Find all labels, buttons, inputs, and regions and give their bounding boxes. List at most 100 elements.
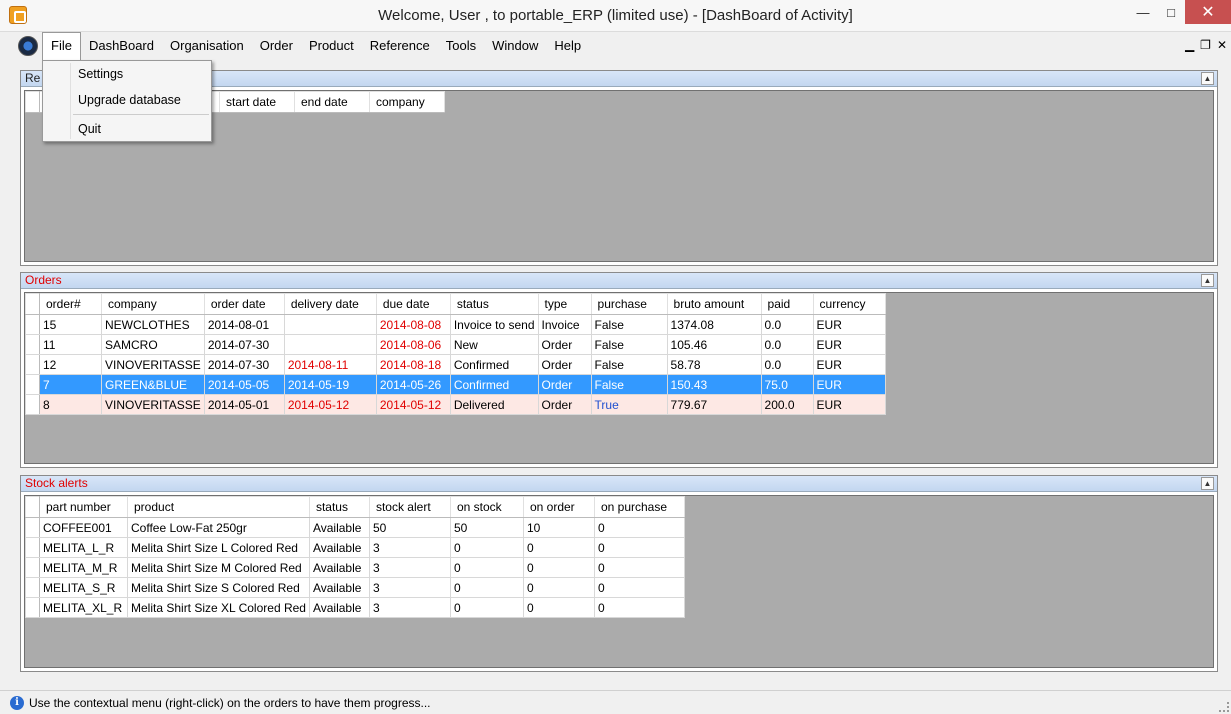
cell-company[interactable]: GREEN&BLUE bbox=[101, 374, 205, 395]
cell-bruto-amount[interactable]: 105.46 bbox=[666, 334, 762, 355]
table-row[interactable]: MELITA_M_R Melita Shirt Size M Colored R… bbox=[25, 557, 685, 578]
column-header-purchase[interactable]: purchase bbox=[590, 293, 668, 315]
cell-delivery-date[interactable] bbox=[283, 334, 377, 355]
collapse-up-icon[interactable]: ▲ bbox=[1201, 477, 1214, 490]
menu-tools[interactable]: Tools bbox=[438, 33, 484, 59]
cell-due-date[interactable]: 2014-05-12 bbox=[375, 394, 451, 415]
table-row[interactable]: 8 VINOVERITASSE 2014-05-01 2014-05-12 20… bbox=[25, 394, 886, 415]
cell-currency[interactable]: EUR bbox=[812, 394, 886, 415]
row-header[interactable] bbox=[25, 354, 40, 375]
column-header-part-number[interactable]: part number bbox=[39, 496, 128, 518]
cell-status[interactable]: New bbox=[449, 334, 539, 355]
cell-paid[interactable]: 0.0 bbox=[760, 334, 814, 355]
close-button[interactable]: ✕ bbox=[1185, 0, 1231, 24]
table-row[interactable]: MELITA_XL_R Melita Shirt Size XL Colored… bbox=[25, 597, 685, 618]
cell-status[interactable]: Available bbox=[308, 557, 370, 578]
menu-reference[interactable]: Reference bbox=[362, 33, 438, 59]
table-row[interactable]: COFFEE001 Coffee Low-Fat 250gr Available… bbox=[25, 517, 685, 538]
menu-item-settings[interactable]: Settings bbox=[43, 61, 211, 87]
cell-company[interactable]: NEWCLOTHES bbox=[101, 314, 205, 335]
cell-bruto-amount[interactable]: 779.67 bbox=[666, 394, 762, 415]
column-header-order-date[interactable]: order date bbox=[203, 293, 285, 315]
cell-on-purchase[interactable]: 0 bbox=[593, 517, 685, 538]
menu-item-upgrade-database[interactable]: Upgrade database bbox=[43, 87, 211, 113]
cell-on-purchase[interactable]: 0 bbox=[593, 537, 685, 558]
cell-type[interactable]: Order bbox=[537, 354, 592, 375]
cell-currency[interactable]: EUR bbox=[812, 374, 886, 395]
mdi-child-icon[interactable] bbox=[18, 36, 38, 56]
menu-order[interactable]: Order bbox=[252, 33, 301, 59]
resize-grip-icon[interactable] bbox=[1219, 702, 1229, 712]
cell-company[interactable]: SAMCRO bbox=[101, 334, 205, 355]
menu-organisation[interactable]: Organisation bbox=[162, 33, 252, 59]
row-header[interactable] bbox=[25, 557, 40, 578]
collapse-up-icon[interactable]: ▲ bbox=[1201, 72, 1214, 85]
menu-file[interactable]: File bbox=[42, 32, 81, 60]
cell-paid[interactable]: 75.0 bbox=[760, 374, 814, 395]
cell-bruto-amount[interactable]: 1374.08 bbox=[666, 314, 762, 335]
cell-on-order[interactable]: 0 bbox=[522, 557, 595, 578]
cell-product[interactable]: Melita Shirt Size L Colored Red bbox=[127, 537, 310, 558]
cell-company[interactable]: VINOVERITASSE bbox=[101, 394, 205, 415]
mdi-minimize-button[interactable]: ▁ bbox=[1185, 38, 1194, 52]
menu-window[interactable]: Window bbox=[484, 33, 546, 59]
cell-due-date[interactable]: 2014-08-18 bbox=[375, 354, 451, 375]
cell-order-number[interactable]: 8 bbox=[39, 394, 102, 415]
menu-dashboard[interactable]: DashBoard bbox=[81, 33, 162, 59]
cell-on-purchase[interactable]: 0 bbox=[593, 597, 685, 618]
menu-help[interactable]: Help bbox=[546, 33, 589, 59]
cell-on-purchase[interactable]: 0 bbox=[593, 557, 685, 578]
cell-order-date[interactable]: 2014-07-30 bbox=[203, 354, 285, 375]
row-header[interactable] bbox=[25, 537, 40, 558]
column-header-company[interactable]: company bbox=[101, 293, 205, 315]
column-header-on-stock[interactable]: on stock bbox=[449, 496, 524, 518]
cell-stock-alert[interactable]: 3 bbox=[368, 577, 451, 598]
cell-due-date[interactable]: 2014-08-08 bbox=[375, 314, 451, 335]
row-header[interactable] bbox=[25, 334, 40, 355]
column-header-on-purchase[interactable]: on purchase bbox=[593, 496, 685, 518]
cell-on-stock[interactable]: 0 bbox=[449, 597, 524, 618]
cell-currency[interactable]: EUR bbox=[812, 334, 886, 355]
cell-status[interactable]: Confirmed bbox=[449, 374, 539, 395]
cell-paid[interactable]: 0.0 bbox=[760, 314, 814, 335]
column-header-currency[interactable]: currency bbox=[812, 293, 886, 315]
column-header-delivery-date[interactable]: delivery date bbox=[283, 293, 377, 315]
column-header-end-date[interactable]: end date bbox=[294, 91, 370, 113]
cell-product[interactable]: Coffee Low-Fat 250gr bbox=[127, 517, 310, 538]
cell-order-date[interactable]: 2014-08-01 bbox=[203, 314, 285, 335]
cell-bruto-amount[interactable]: 58.78 bbox=[666, 354, 762, 375]
cell-product[interactable]: Melita Shirt Size S Colored Red bbox=[127, 577, 310, 598]
column-header-stock-alert[interactable]: stock alert bbox=[368, 496, 451, 518]
menu-product[interactable]: Product bbox=[301, 33, 362, 59]
cell-on-order[interactable]: 0 bbox=[522, 537, 595, 558]
cell-on-order[interactable]: 0 bbox=[522, 597, 595, 618]
cell-part-number[interactable]: MELITA_L_R bbox=[39, 537, 128, 558]
table-row[interactable]: 11 SAMCRO 2014-07-30 2014-08-06 New Orde… bbox=[25, 334, 886, 355]
cell-bruto-amount[interactable]: 150.43 bbox=[666, 374, 762, 395]
cell-type[interactable]: Order bbox=[537, 334, 592, 355]
cell-delivery-date[interactable]: 2014-05-19 bbox=[283, 374, 377, 395]
table-row[interactable]: MELITA_L_R Melita Shirt Size L Colored R… bbox=[25, 537, 685, 558]
cell-order-number[interactable]: 12 bbox=[39, 354, 102, 375]
row-header[interactable] bbox=[25, 597, 40, 618]
cell-status[interactable]: Available bbox=[308, 597, 370, 618]
cell-order-number[interactable]: 7 bbox=[39, 374, 102, 395]
cell-due-date[interactable]: 2014-08-06 bbox=[375, 334, 451, 355]
column-header-bruto-amount[interactable]: bruto amount bbox=[666, 293, 762, 315]
row-header[interactable] bbox=[25, 374, 40, 395]
cell-status[interactable]: Delivered bbox=[449, 394, 539, 415]
column-header-order-number[interactable]: order# bbox=[39, 293, 102, 315]
mdi-restore-button[interactable]: ❐ bbox=[1200, 38, 1211, 52]
cell-on-order[interactable]: 0 bbox=[522, 577, 595, 598]
cell-status[interactable]: Available bbox=[308, 517, 370, 538]
maximize-button[interactable]: □ bbox=[1157, 0, 1185, 24]
cell-on-order[interactable]: 10 bbox=[522, 517, 595, 538]
cell-order-number[interactable]: 15 bbox=[39, 314, 102, 335]
cell-type[interactable]: Order bbox=[537, 394, 592, 415]
minimize-button[interactable]: — bbox=[1129, 0, 1157, 24]
cell-currency[interactable]: EUR bbox=[812, 314, 886, 335]
row-header[interactable] bbox=[25, 577, 40, 598]
column-header-status[interactable]: status bbox=[449, 293, 539, 315]
table-row[interactable]: MELITA_S_R Melita Shirt Size S Colored R… bbox=[25, 577, 685, 598]
row-header[interactable] bbox=[25, 314, 40, 335]
